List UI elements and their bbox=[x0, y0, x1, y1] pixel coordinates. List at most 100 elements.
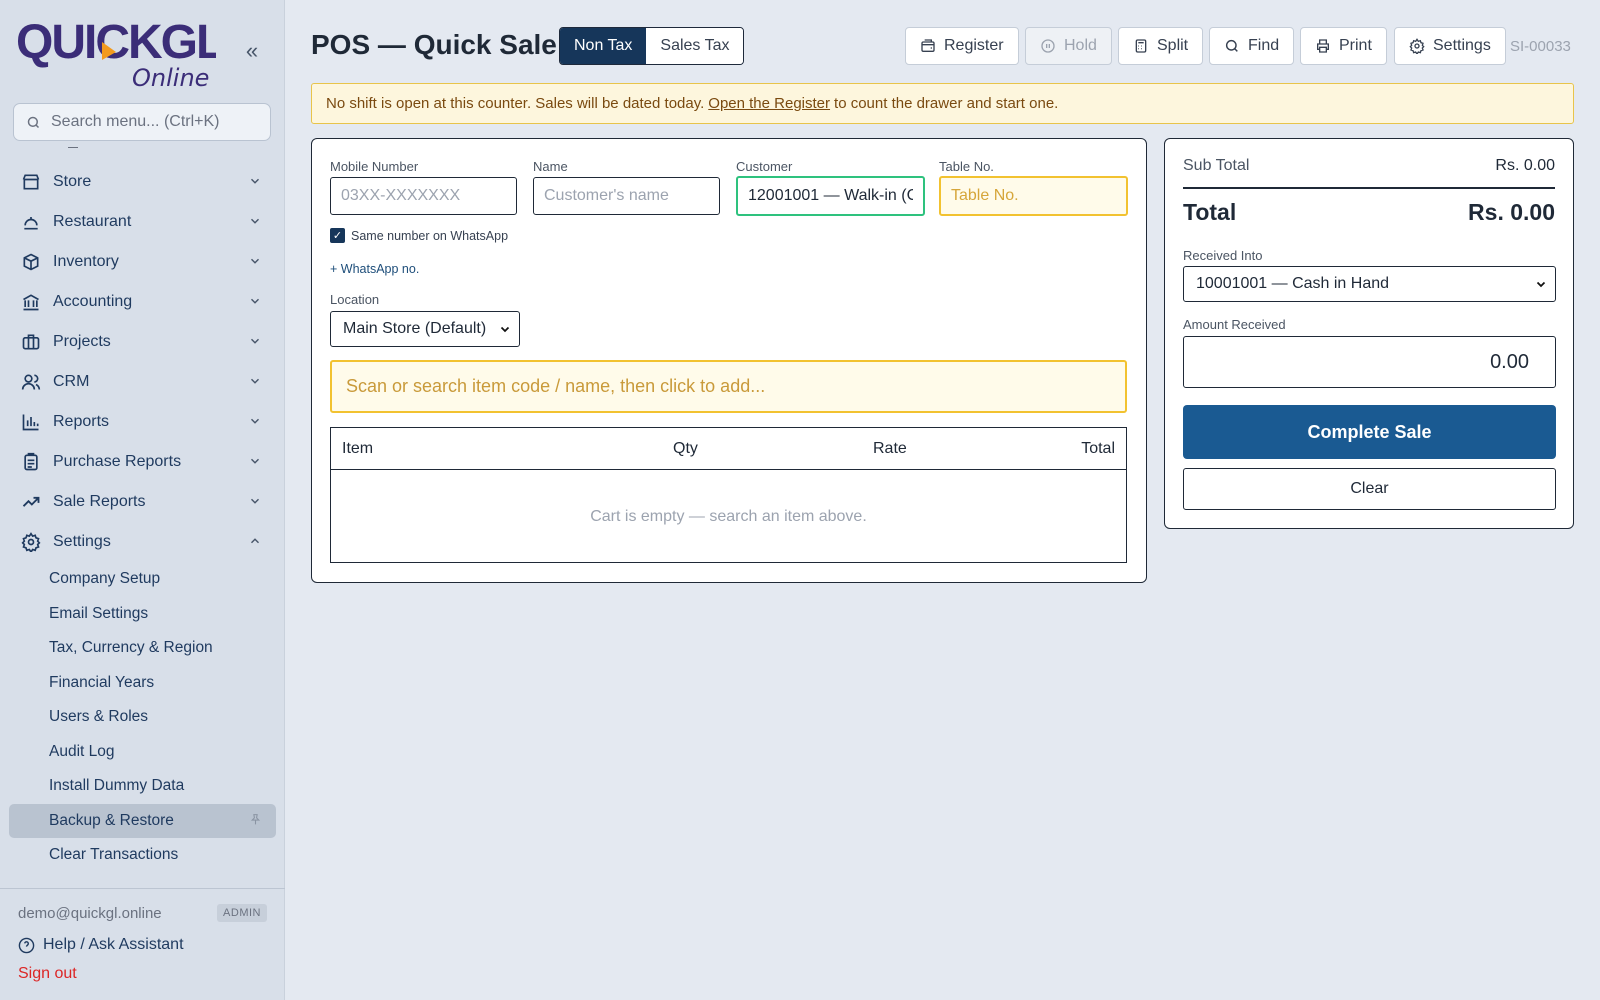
sale-entry-card: Mobile Number Name Customer Table No. ✓ … bbox=[311, 138, 1147, 583]
submenu-item-tax-currency-region[interactable]: Tax, Currency & Region bbox=[0, 631, 285, 666]
sidebar-item-label: Sale Reports bbox=[53, 493, 146, 510]
submenu-item-company-setup[interactable]: Company Setup bbox=[0, 562, 285, 597]
gear-icon bbox=[1409, 38, 1425, 54]
print-button[interactable]: Print bbox=[1300, 27, 1387, 65]
mobile-label: Mobile Number bbox=[330, 159, 419, 174]
menu-search-input[interactable] bbox=[51, 113, 251, 131]
sign-out-link[interactable]: Sign out bbox=[0, 965, 285, 987]
total-row: Total Rs. 0.00 bbox=[1183, 199, 1555, 226]
chevron-down-icon bbox=[251, 338, 259, 344]
clear-button[interactable]: Clear bbox=[1183, 468, 1556, 510]
cart-header: Item Qty Rate Total bbox=[331, 428, 1126, 470]
sidebar-item-label: Purchase Reports bbox=[53, 453, 182, 470]
customer-input[interactable] bbox=[736, 176, 925, 216]
sidebar-item-projects[interactable]: Projects bbox=[0, 322, 285, 362]
settings-button[interactable]: Settings bbox=[1394, 27, 1506, 65]
search-icon bbox=[1225, 39, 1238, 52]
quickgl-logo[interactable]: QUICKGL Online bbox=[16, 12, 226, 92]
menu-search[interactable] bbox=[13, 103, 271, 141]
split-button[interactable]: Split bbox=[1118, 27, 1204, 65]
table-number-input[interactable] bbox=[939, 176, 1128, 216]
pause-icon bbox=[1041, 39, 1055, 53]
split-label: Split bbox=[1157, 37, 1189, 54]
menu-scroll-edge bbox=[0, 146, 285, 154]
submenu-item-email-settings[interactable]: Email Settings bbox=[0, 597, 285, 632]
sidebar-item-label: Accounting bbox=[53, 293, 133, 310]
svg-text:Online: Online bbox=[132, 64, 209, 92]
register-icon bbox=[921, 39, 935, 52]
submenu-item-users-roles[interactable]: Users & Roles bbox=[0, 700, 285, 735]
whatsapp-same-checkbox[interactable]: ✓ bbox=[330, 228, 345, 243]
open-register-link[interactable]: Open the Register bbox=[708, 95, 830, 112]
mode-sales-tax[interactable]: Sales Tax bbox=[646, 28, 744, 64]
page-title: POS — Quick Sale bbox=[311, 29, 557, 60]
submenu-item-audit-log[interactable]: Audit Log bbox=[0, 735, 285, 770]
sidebar: QUICKGL Online « Store Restaurant Invent… bbox=[0, 0, 285, 1000]
role-badge: ADMIN bbox=[217, 904, 267, 922]
location-label: Location bbox=[330, 292, 380, 307]
pin-icon[interactable] bbox=[249, 813, 262, 829]
sidebar-item-inventory[interactable]: Inventory bbox=[0, 242, 285, 282]
whatsapp-same-row[interactable]: ✓ Same number on WhatsApp bbox=[330, 228, 508, 243]
customer-name-input[interactable] bbox=[533, 177, 720, 215]
trending-up-icon bbox=[20, 491, 42, 513]
table-label: Table No. bbox=[939, 159, 994, 174]
chevron-down-icon bbox=[251, 298, 259, 304]
register-label: Register bbox=[944, 37, 1004, 54]
bank-icon bbox=[20, 291, 42, 313]
chevron-down-icon bbox=[500, 326, 510, 333]
settings-label: Settings bbox=[1433, 37, 1491, 54]
sidebar-item-crm[interactable]: CRM bbox=[0, 362, 285, 402]
find-label: Find bbox=[1248, 37, 1280, 54]
submenu-item-install-dummy-data[interactable]: Install Dummy Data bbox=[0, 769, 285, 804]
location-select[interactable]: Main Store (Default) bbox=[330, 311, 520, 347]
received-into-label: Received Into bbox=[1183, 248, 1263, 263]
sidebar-item-settings[interactable]: Settings bbox=[0, 522, 285, 562]
sidebar-item-label: Settings bbox=[53, 533, 111, 550]
register-button[interactable]: Register bbox=[905, 27, 1019, 65]
help-link[interactable]: Help / Ask Assistant bbox=[0, 933, 285, 957]
collapse-sidebar-icon[interactable]: « bbox=[240, 40, 264, 64]
sidebar-item-label: Inventory bbox=[53, 253, 119, 270]
tax-mode-toggle: Non Tax Sales Tax bbox=[559, 27, 745, 65]
print-label: Print bbox=[1339, 37, 1372, 54]
calculator-icon bbox=[1135, 39, 1147, 53]
chevron-up-icon bbox=[251, 538, 259, 544]
sidebar-item-purchase-reports[interactable]: Purchase Reports bbox=[0, 442, 285, 482]
col-rate: Rate bbox=[873, 440, 907, 457]
sidebar-item-reports[interactable]: Reports bbox=[0, 402, 285, 442]
hold-button[interactable]: Hold bbox=[1025, 27, 1112, 65]
submenu-item-financial-years[interactable]: Financial Years bbox=[0, 666, 285, 701]
sidebar-item-restaurant[interactable]: Restaurant bbox=[0, 202, 285, 242]
gear-icon bbox=[20, 531, 42, 553]
box-icon bbox=[20, 251, 42, 273]
sidebar-item-store[interactable]: Store bbox=[0, 162, 285, 202]
received-into-select[interactable]: 10001001 — Cash in Hand bbox=[1183, 266, 1556, 302]
item-search-input[interactable] bbox=[330, 360, 1127, 413]
total-label: Total bbox=[1183, 199, 1237, 225]
mobile-number-input[interactable] bbox=[330, 177, 517, 215]
sidebar-item-accounting[interactable]: Accounting bbox=[0, 282, 285, 322]
amount-received-label: Amount Received bbox=[1183, 317, 1286, 332]
complete-sale-button[interactable]: Complete Sale bbox=[1183, 405, 1556, 459]
cart-table: Item Qty Rate Total Cart is empty — sear… bbox=[330, 427, 1127, 563]
submenu-item-backup-restore[interactable]: Backup & Restore bbox=[9, 803, 276, 838]
sidebar-item-sale-reports[interactable]: Sale Reports bbox=[0, 482, 285, 522]
mode-non-tax[interactable]: Non Tax bbox=[560, 28, 647, 64]
amount-received-input[interactable] bbox=[1183, 336, 1556, 388]
sidebar-item-label: Store bbox=[53, 173, 92, 190]
col-total: Total bbox=[1081, 440, 1115, 457]
subtotal-row: Sub Total Rs. 0.00 bbox=[1183, 157, 1555, 175]
store-icon bbox=[20, 171, 42, 193]
col-item: Item bbox=[342, 440, 374, 457]
total-value: Rs. 0.00 bbox=[1468, 199, 1555, 225]
sidebar-menu: Store Restaurant Inventory Accounting Pr… bbox=[0, 162, 285, 873]
find-button[interactable]: Find bbox=[1209, 27, 1295, 65]
shift-warning-banner: No shift is open at this counter. Sales … bbox=[311, 83, 1574, 124]
submenu-item-clear-transactions[interactable]: Clear Transactions bbox=[0, 838, 285, 873]
subtotal-label: Sub Total bbox=[1183, 157, 1250, 174]
add-whatsapp-link[interactable]: + WhatsApp no. bbox=[330, 262, 419, 276]
sidebar-item-label: Projects bbox=[53, 333, 111, 350]
chevron-down-icon bbox=[251, 498, 259, 504]
user-row: demo@quickgl.online ADMIN bbox=[0, 901, 285, 925]
